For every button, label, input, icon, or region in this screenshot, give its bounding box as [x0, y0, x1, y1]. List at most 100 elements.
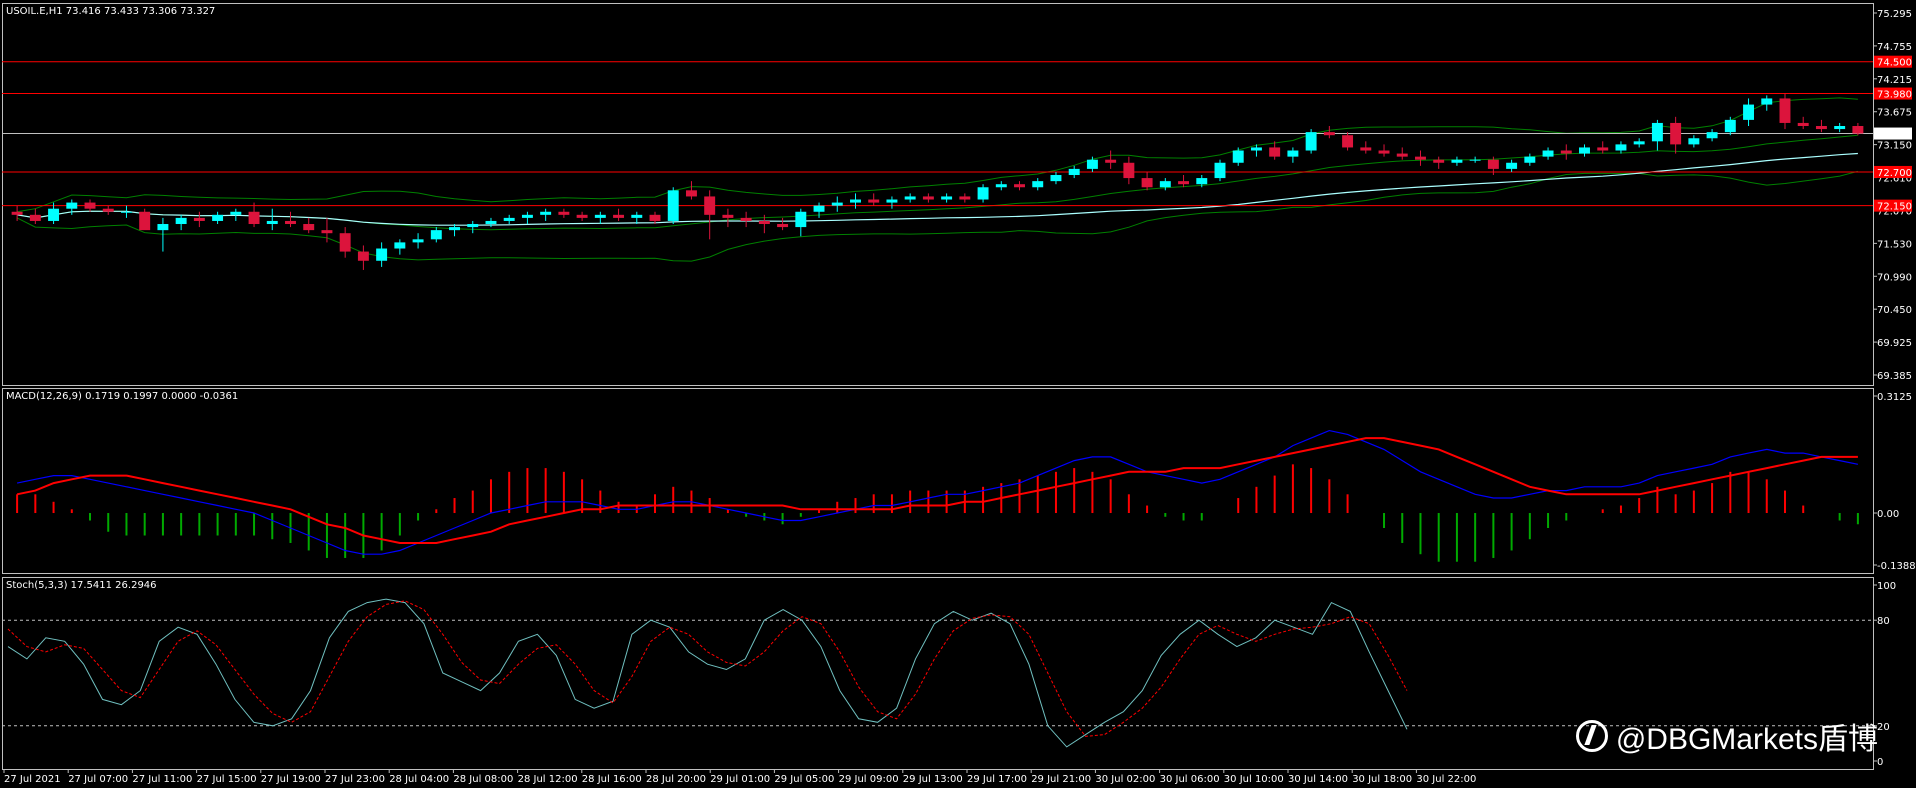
candle-body [394, 242, 406, 249]
candle-body [1451, 159, 1463, 163]
candle-body [139, 211, 151, 231]
candle-body [212, 214, 224, 221]
candle-body [175, 217, 187, 225]
candle-body [777, 224, 789, 228]
candle-body [376, 248, 388, 261]
candle-body [357, 251, 369, 261]
price-axis-label: 75.295 [1877, 9, 1912, 20]
candle-body [795, 211, 807, 228]
candle-body [667, 190, 679, 221]
candle-body [1815, 126, 1827, 130]
candle-body [904, 196, 916, 200]
time-axis-label: 29 Jul 01:00 [710, 774, 770, 785]
level-price-tag-label: 72.700 [1877, 168, 1912, 179]
candle-body [1360, 147, 1372, 151]
candle-body [1524, 156, 1536, 163]
price-panel [2, 3, 1874, 386]
candle-body [503, 217, 515, 221]
candle-body [1123, 162, 1135, 179]
candle-body [1834, 126, 1846, 130]
time-axis-label: 28 Jul 12:00 [518, 774, 578, 785]
time-axis-label: 28 Jul 08:00 [453, 774, 513, 785]
watermark-text: @DBGMarkets盾博 [1615, 723, 1878, 756]
watermark: @DBGMarkets盾博 [1575, 714, 1878, 758]
price-axis-label: 73.150 [1877, 141, 1912, 152]
candle-body [1761, 98, 1773, 105]
price-axis-label: 70.450 [1877, 305, 1912, 316]
macd-line [16, 429, 1859, 555]
candle-body [886, 199, 898, 203]
candle-body [1250, 147, 1262, 151]
candle-body [1068, 168, 1080, 176]
candle-body [1105, 159, 1117, 163]
time-axis-label: 28 Jul 04:00 [389, 774, 449, 785]
candle-body [449, 227, 460, 231]
candle-body [303, 224, 315, 231]
candle-body [1214, 162, 1226, 179]
price-axis-label: 73.675 [1877, 108, 1912, 119]
candle-body [1396, 153, 1408, 157]
candle-body [339, 233, 351, 252]
time-axis-label: 29 Jul 21:00 [1031, 774, 1091, 785]
candle-body [430, 230, 442, 240]
candle-body [1415, 156, 1426, 160]
candle-body [1269, 147, 1281, 157]
macd-axis-label: -0.1388 [1877, 561, 1916, 572]
stoch-main-line [7, 598, 1408, 748]
price-axis-label: 69.385 [1877, 371, 1912, 382]
stoch-axis-label: 80 [1877, 616, 1890, 627]
time-axis-label: 27 Jul 23:00 [325, 774, 385, 785]
candle-body [84, 202, 96, 209]
candle-body [66, 202, 78, 209]
candle-body [248, 211, 260, 225]
time-axis-label: 27 Jul 2021 [4, 774, 61, 785]
time-axis-label: 29 Jul 13:00 [903, 774, 963, 785]
candle-body [1579, 147, 1590, 154]
candle-body [1287, 150, 1299, 157]
trading-chart[interactable]: 75.29574.75574.21573.67573.15072.61072.0… [0, 0, 1916, 788]
candle-body [649, 214, 661, 221]
candle-body [1141, 178, 1153, 188]
brand-icon [1575, 720, 1608, 752]
time-axis-label: 27 Jul 19:00 [261, 774, 321, 785]
candle-body [959, 196, 971, 200]
time-axis-label: 28 Jul 20:00 [646, 774, 706, 785]
candle-body [540, 211, 552, 215]
candle-body [467, 224, 479, 228]
level-price-tag-label: 73.980 [1877, 90, 1912, 101]
candle-body [1014, 184, 1025, 188]
candle-body [1433, 159, 1445, 163]
candle-body [1378, 150, 1390, 154]
bollinger-upper-band [17, 97, 1858, 213]
candle-body [1159, 181, 1171, 188]
price-axis-label: 74.755 [1877, 42, 1912, 53]
candle-body [995, 184, 1007, 188]
candle-body [120, 211, 132, 213]
candle-body [704, 196, 716, 215]
candle-body [576, 214, 588, 218]
candle-body [1323, 132, 1335, 136]
candle-body [558, 211, 570, 215]
macd-header: MACD(12,26,9) 0.1719 0.1997 0.0000 -0.03… [6, 391, 238, 402]
candle-body [102, 208, 114, 212]
candle-body [740, 217, 752, 221]
stoch-header: Stoch(5,3,3) 17.5411 26.2946 [6, 580, 157, 591]
candle-body [685, 190, 697, 197]
candle-body [922, 196, 934, 200]
time-axis-label: 30 Jul 02:00 [1095, 774, 1155, 785]
price-axis-label: 74.215 [1877, 75, 1912, 86]
stoch-axis-label: 20 [1877, 722, 1890, 733]
candle-body [1050, 175, 1062, 182]
time-axis-label: 30 Jul 06:00 [1160, 774, 1220, 785]
stoch-axis-label: 0 [1877, 757, 1883, 768]
time-axis-label: 29 Jul 17:00 [967, 774, 1027, 785]
candle-body [157, 224, 169, 231]
candle-body [1779, 98, 1791, 123]
candle-body [193, 217, 205, 221]
time-axis-label: 29 Jul 05:00 [774, 774, 834, 785]
candle-body [1232, 150, 1244, 163]
candle-body [613, 214, 625, 218]
time-axis-label: 30 Jul 14:00 [1288, 774, 1348, 785]
candle-body [758, 220, 770, 225]
macd-axis-label: 0.00 [1877, 509, 1899, 520]
